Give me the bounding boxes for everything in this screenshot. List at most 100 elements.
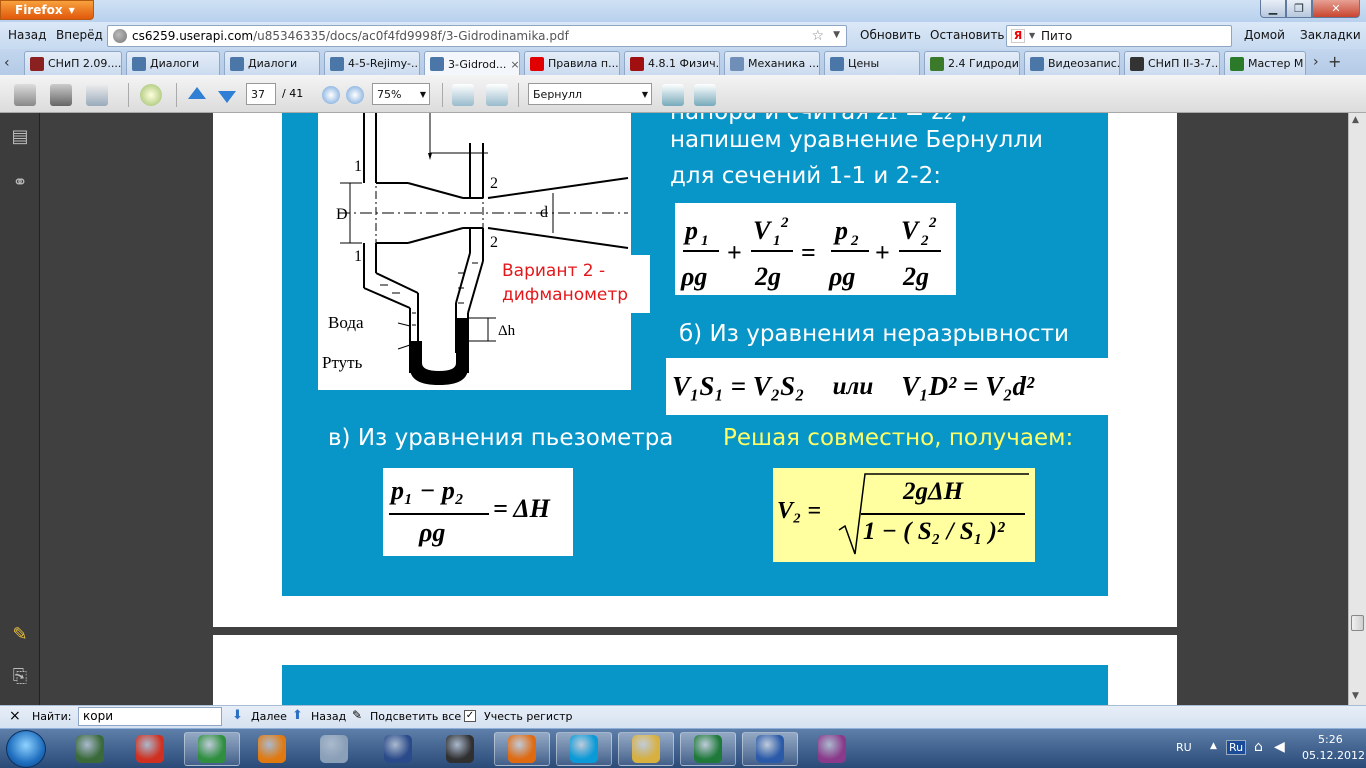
- word-icon: [756, 735, 784, 763]
- search-next-icon[interactable]: [694, 84, 716, 106]
- reload-button[interactable]: Обновить: [860, 28, 921, 42]
- taskbar-app[interactable]: [680, 732, 736, 766]
- taskbar-app[interactable]: [432, 732, 488, 766]
- share-icon[interactable]: [86, 84, 108, 106]
- taskbar-app[interactable]: [306, 732, 362, 766]
- globe-icon: [930, 56, 944, 71]
- bernoulli-equals: =: [801, 238, 816, 267]
- print-icon[interactable]: [14, 84, 36, 106]
- pdf-page-next: [213, 635, 1177, 705]
- pdf-search-field[interactable]: Бернулл ▼: [528, 83, 652, 105]
- url-dropdown-icon[interactable]: ▼: [833, 30, 840, 40]
- zoom-out-icon[interactable]: [322, 86, 340, 104]
- attachments-icon[interactable]: ⎘: [8, 665, 32, 689]
- tab[interactable]: Правила п...: [524, 51, 620, 75]
- zoom-select[interactable]: 75% ▼: [372, 83, 430, 105]
- venturi-diagram: 1 1 2 2 D d Вода Ртуть Δh: [318, 113, 631, 390]
- tray-expand-icon[interactable]: ▲: [1210, 741, 1217, 751]
- continuity-lhs: V₁S₁ = V₂S₂: [672, 371, 805, 401]
- page-up-icon[interactable]: [186, 84, 208, 106]
- pages-panel-icon[interactable]: ▤: [8, 125, 32, 149]
- match-case-checkbox[interactable]: ✓: [464, 710, 476, 722]
- taskbar-app[interactable]: [370, 732, 426, 766]
- variant-note-line-1: Вариант 2 -: [502, 261, 606, 281]
- search-box[interactable]: Я ▼ Пито: [1006, 25, 1232, 47]
- taskbar-app[interactable]: [122, 732, 178, 766]
- clock-date[interactable]: 05.12.2012: [1302, 749, 1365, 762]
- zoom-in-icon[interactable]: [346, 86, 364, 104]
- bookmarks-panel-icon[interactable]: ⚭: [8, 171, 32, 195]
- scroll-down-icon[interactable]: ▼: [1352, 691, 1359, 701]
- yandex-icon[interactable]: Я: [1011, 29, 1025, 43]
- arrow-down-icon: ⬇: [232, 708, 243, 723]
- tab[interactable]: СНиП II-3-7...: [1124, 51, 1220, 75]
- comments-icon[interactable]: ✎: [8, 623, 32, 647]
- tab[interactable]: Механика ...: [724, 51, 820, 75]
- bernoulli-plus-1: +: [727, 238, 742, 267]
- tab[interactable]: Цены: [824, 51, 920, 75]
- tab[interactable]: 2.4 Гидроди...: [924, 51, 1020, 75]
- fit-width-icon[interactable]: [452, 84, 474, 106]
- tab[interactable]: 4-5-Rejimy-...: [324, 51, 420, 75]
- back-button[interactable]: Назад: [8, 28, 46, 42]
- search-engine-dropdown-icon[interactable]: ▼: [1029, 31, 1035, 40]
- taskbar-app[interactable]: [494, 732, 550, 766]
- tab[interactable]: 4.8.1 Физич...: [624, 51, 720, 75]
- bookmark-star-icon[interactable]: ☆: [811, 28, 824, 44]
- tab[interactable]: СНиП 2.09....: [24, 51, 122, 75]
- language-indicator[interactable]: RU: [1176, 741, 1192, 754]
- save-icon[interactable]: [50, 84, 72, 106]
- pdf-viewer: 1 1 2 2 D d Вода Ртуть Δh Вариант 2 - ди…: [41, 113, 1348, 705]
- page-down-icon[interactable]: [216, 84, 238, 106]
- tab[interactable]: Мастер М: [1224, 51, 1306, 75]
- vertical-scrollbar[interactable]: ▲ ▼: [1348, 113, 1366, 705]
- close-tab-icon[interactable]: ×: [510, 58, 519, 71]
- taskbar-app[interactable]: [618, 732, 674, 766]
- volume-icon[interactable]: ◀: [1274, 739, 1285, 755]
- chevron-down-icon: ▼: [68, 5, 75, 15]
- tab[interactable]: Диалоги: [126, 51, 220, 75]
- keyboard-layout-box[interactable]: Ru: [1226, 740, 1247, 755]
- close-button[interactable]: ✕: [1312, 0, 1360, 18]
- search-input[interactable]: Пито: [1041, 29, 1072, 43]
- label-section-1-bottom: 1: [354, 248, 362, 265]
- stop-button[interactable]: Остановить: [930, 28, 1005, 42]
- close-find-icon[interactable]: ×: [9, 708, 21, 724]
- tab[interactable]: 3-Gidrod... ×: [424, 51, 520, 76]
- settings-icon[interactable]: [140, 84, 162, 106]
- find-input[interactable]: кори: [78, 707, 222, 726]
- find-prev-button[interactable]: Назад: [311, 710, 346, 723]
- firefox-menu-button[interactable]: Firefox ▼: [0, 0, 94, 20]
- fit-page-icon[interactable]: [486, 84, 508, 106]
- new-tab-icon[interactable]: +: [1328, 52, 1341, 71]
- highlight-all-button[interactable]: Подсветить все: [370, 710, 461, 723]
- find-next-button[interactable]: Далее: [251, 710, 287, 723]
- scrollbar-thumb[interactable]: [1351, 615, 1364, 631]
- chat-icon: [230, 56, 244, 71]
- tab[interactable]: Диалоги: [224, 51, 320, 75]
- forward-button[interactable]: Вперёд: [56, 28, 103, 42]
- network-icon[interactable]: ⌂: [1254, 739, 1263, 755]
- taskbar-app[interactable]: [556, 732, 612, 766]
- bernoulli-plus-2: +: [875, 238, 890, 267]
- tab-scroll-right-icon[interactable]: ›: [1313, 54, 1319, 70]
- bernoulli-V2-sq: 2: [928, 215, 937, 231]
- tab[interactable]: Видеозапис...: [1024, 51, 1120, 75]
- taskbar-app[interactable]: [244, 732, 300, 766]
- clock-time[interactable]: 5:26: [1318, 733, 1343, 746]
- page-number-input[interactable]: 37: [246, 83, 276, 105]
- url-bar[interactable]: cs6259.userapi.com/u85346335/docs/ac0f4f…: [107, 25, 847, 47]
- minimize-button[interactable]: ▁: [1260, 0, 1286, 18]
- taskbar-app[interactable]: [742, 732, 798, 766]
- taskbar-app[interactable]: [804, 732, 860, 766]
- scroll-up-icon[interactable]: ▲: [1352, 115, 1359, 125]
- bookmarks-button[interactable]: Закладки: [1300, 28, 1361, 42]
- tab-scroll-left-icon[interactable]: ‹: [4, 55, 10, 71]
- start-button[interactable]: [6, 730, 46, 768]
- home-button[interactable]: Домой: [1244, 28, 1285, 42]
- maximize-button[interactable]: ❐: [1286, 0, 1312, 18]
- excel-icon: [694, 735, 722, 763]
- taskbar-app[interactable]: [62, 732, 118, 766]
- search-prev-icon[interactable]: [662, 84, 684, 106]
- taskbar-app[interactable]: [184, 732, 240, 766]
